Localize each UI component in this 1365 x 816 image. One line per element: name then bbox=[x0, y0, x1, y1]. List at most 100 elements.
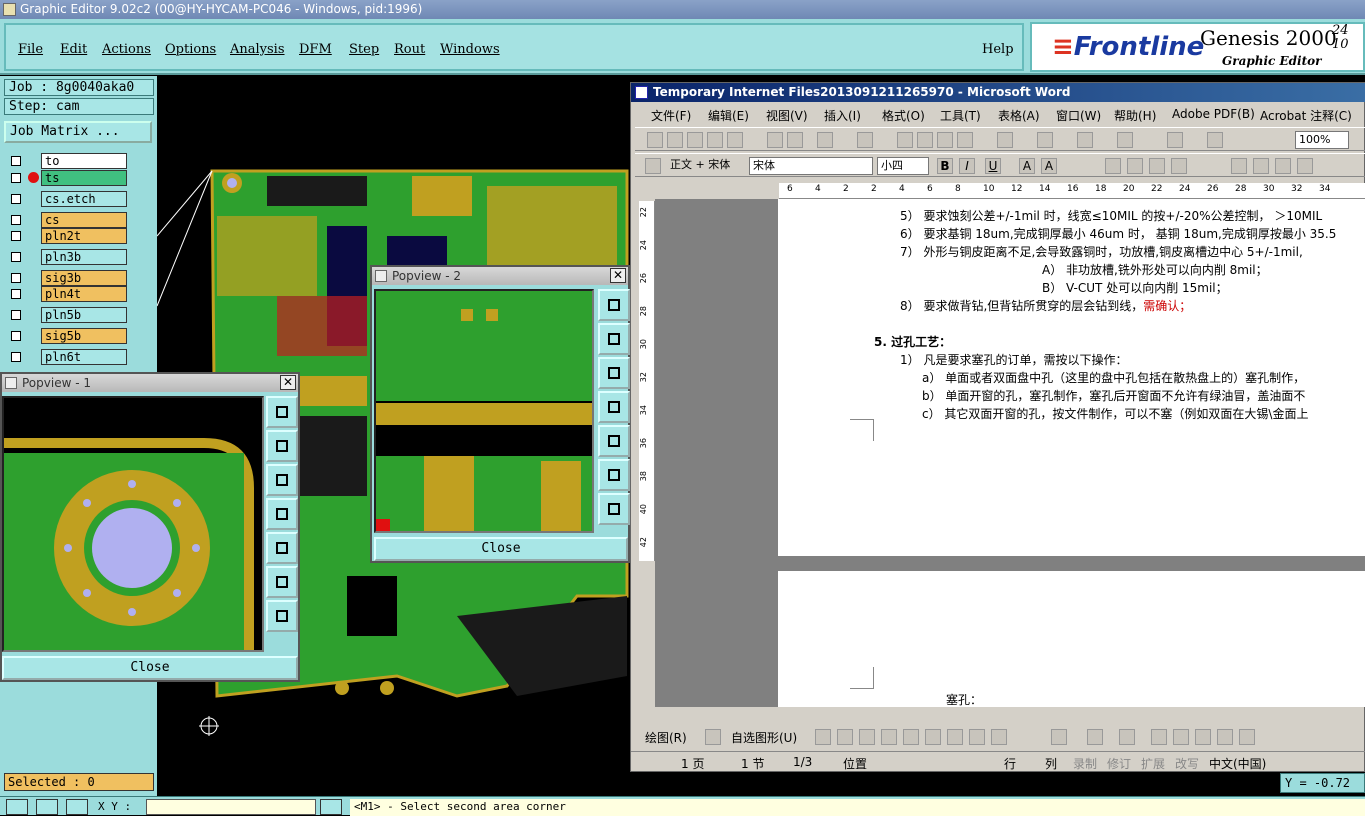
word-menu-view[interactable]: 视图(V) bbox=[766, 107, 808, 124]
menu-step[interactable]: Step bbox=[349, 42, 379, 57]
status-overtype[interactable]: 改写 bbox=[1175, 755, 1199, 772]
menu-file[interactable]: File bbox=[18, 42, 43, 57]
popview-2-view[interactable] bbox=[374, 289, 594, 533]
columns-icon[interactable] bbox=[1167, 132, 1183, 148]
grid-icon[interactable] bbox=[66, 799, 88, 815]
open-icon[interactable] bbox=[667, 132, 683, 148]
picture-icon[interactable] bbox=[991, 729, 1007, 745]
font-select[interactable]: 宋体 bbox=[749, 157, 873, 175]
line-style-icon[interactable] bbox=[1151, 729, 1167, 745]
popview-1-close-button[interactable]: Close bbox=[2, 656, 298, 680]
layer-row[interactable]: pln3b bbox=[6, 249, 127, 265]
cut-icon[interactable] bbox=[897, 132, 913, 148]
word-menu-table[interactable]: 表格(A) bbox=[998, 107, 1040, 124]
align-left-icon[interactable] bbox=[1105, 158, 1121, 174]
autoshapes-menu[interactable]: 自选图形(U) bbox=[731, 729, 797, 746]
status-track[interactable]: 修订 bbox=[1107, 755, 1131, 772]
undo-icon[interactable] bbox=[997, 132, 1013, 148]
redo-icon[interactable] bbox=[1037, 132, 1053, 148]
status-record[interactable]: 录制 bbox=[1073, 755, 1097, 772]
format-painter-icon[interactable] bbox=[957, 132, 973, 148]
size-select[interactable]: 小四 bbox=[877, 157, 929, 175]
arrow-icon[interactable] bbox=[837, 729, 853, 745]
zoom-out-icon[interactable] bbox=[266, 600, 298, 632]
word-menu-window[interactable]: 窗口(W) bbox=[1056, 107, 1101, 124]
layer-row[interactable]: pln5b bbox=[6, 307, 127, 323]
increase-indent-icon[interactable] bbox=[1297, 158, 1313, 174]
menu-options[interactable]: Options bbox=[165, 42, 216, 57]
layer-checkbox[interactable] bbox=[11, 352, 21, 362]
fill-color-icon[interactable] bbox=[1051, 729, 1067, 745]
pan-right-icon[interactable] bbox=[266, 532, 298, 564]
layer-checkbox[interactable] bbox=[11, 289, 21, 299]
layer-row[interactable]: sig5b bbox=[6, 328, 127, 344]
layer-checkbox[interactable] bbox=[11, 252, 21, 262]
document-area[interactable]: 5） 要求蚀刻公差+/-1mil 时，线宽≤10MIL 的按+/-20%公差控制… bbox=[655, 199, 1365, 707]
print-icon[interactable] bbox=[767, 132, 783, 148]
pan-left-icon[interactable] bbox=[598, 391, 630, 423]
menu-windows[interactable]: Windows bbox=[440, 42, 500, 57]
line-icon[interactable] bbox=[815, 729, 831, 745]
layer-row[interactable]: pln6t bbox=[6, 349, 127, 365]
style-select[interactable]: 正文 + 宋体 bbox=[667, 157, 745, 175]
permission-icon[interactable] bbox=[707, 132, 723, 148]
close-icon[interactable]: ✕ bbox=[610, 268, 626, 283]
pan-down-icon[interactable] bbox=[598, 357, 630, 389]
spelling-icon[interactable] bbox=[817, 132, 833, 148]
word-menu-file[interactable]: 文件(F) bbox=[651, 107, 691, 124]
char-shading-icon[interactable]: A bbox=[1041, 158, 1057, 174]
menu-actions[interactable]: Actions bbox=[102, 42, 151, 57]
menu-edit[interactable]: Edit bbox=[60, 42, 87, 57]
char-border-icon[interactable]: A bbox=[1019, 158, 1035, 174]
popview-1-view[interactable] bbox=[2, 396, 264, 652]
new-icon[interactable] bbox=[647, 132, 663, 148]
layer-row[interactable]: sig3b bbox=[6, 270, 127, 286]
justify-icon[interactable] bbox=[1171, 158, 1187, 174]
layer-row[interactable]: to bbox=[6, 153, 127, 169]
arrow-style-icon[interactable] bbox=[1195, 729, 1211, 745]
pan-up-icon[interactable] bbox=[598, 323, 630, 355]
research-icon[interactable] bbox=[857, 132, 873, 148]
pan-down-icon[interactable] bbox=[266, 464, 298, 496]
font-color-icon[interactable] bbox=[1119, 729, 1135, 745]
line-color-icon[interactable] bbox=[1087, 729, 1103, 745]
xy-field[interactable] bbox=[146, 799, 316, 815]
layer-checkbox[interactable] bbox=[11, 331, 21, 341]
numbering-icon[interactable] bbox=[1231, 158, 1247, 174]
layer-checkbox[interactable] bbox=[11, 194, 21, 204]
zoom-select[interactable]: 100% bbox=[1295, 131, 1349, 149]
layer-row[interactable]: cs.etch bbox=[6, 191, 127, 207]
layer-row[interactable]: cs bbox=[6, 212, 127, 228]
layer-checkbox[interactable] bbox=[11, 173, 21, 183]
menu-dfm[interactable]: DFM bbox=[299, 42, 332, 57]
diagram-icon[interactable] bbox=[947, 729, 963, 745]
word-menu-format[interactable]: 格式(O) bbox=[882, 107, 925, 124]
paste-icon[interactable] bbox=[937, 132, 953, 148]
status-extend[interactable]: 扩展 bbox=[1141, 755, 1165, 772]
layer-checkbox[interactable] bbox=[11, 273, 21, 283]
save-icon[interactable] bbox=[687, 132, 703, 148]
word-menu-insert[interactable]: 插入(I) bbox=[824, 107, 861, 124]
pan-left-icon[interactable] bbox=[266, 498, 298, 530]
layer-row[interactable]: ts bbox=[6, 170, 127, 186]
underline-icon[interactable]: U bbox=[985, 158, 1001, 174]
zoom-fit-icon[interactable] bbox=[266, 396, 298, 428]
copy-icon[interactable] bbox=[917, 132, 933, 148]
menu-help[interactable]: Help bbox=[982, 42, 1014, 57]
snap-icon[interactable] bbox=[6, 799, 28, 815]
hyperlink-icon[interactable] bbox=[1077, 132, 1093, 148]
shadow-icon[interactable] bbox=[1217, 729, 1233, 745]
info-icon[interactable] bbox=[320, 799, 342, 815]
select-objects-icon[interactable] bbox=[705, 729, 721, 745]
align-right-icon[interactable] bbox=[1149, 158, 1165, 174]
wordart-icon[interactable] bbox=[925, 729, 941, 745]
menu-rout[interactable]: Rout bbox=[394, 42, 425, 57]
clipart-icon[interactable] bbox=[969, 729, 985, 745]
rectangle-icon[interactable] bbox=[859, 729, 875, 745]
pan-up-icon[interactable] bbox=[266, 430, 298, 462]
word-menu-edit[interactable]: 编辑(E) bbox=[708, 107, 749, 124]
3d-icon[interactable] bbox=[1239, 729, 1255, 745]
menu-analysis[interactable]: Analysis bbox=[230, 42, 285, 57]
word-menu-tools[interactable]: 工具(T) bbox=[940, 107, 981, 124]
zoom-in-icon[interactable] bbox=[266, 566, 298, 598]
